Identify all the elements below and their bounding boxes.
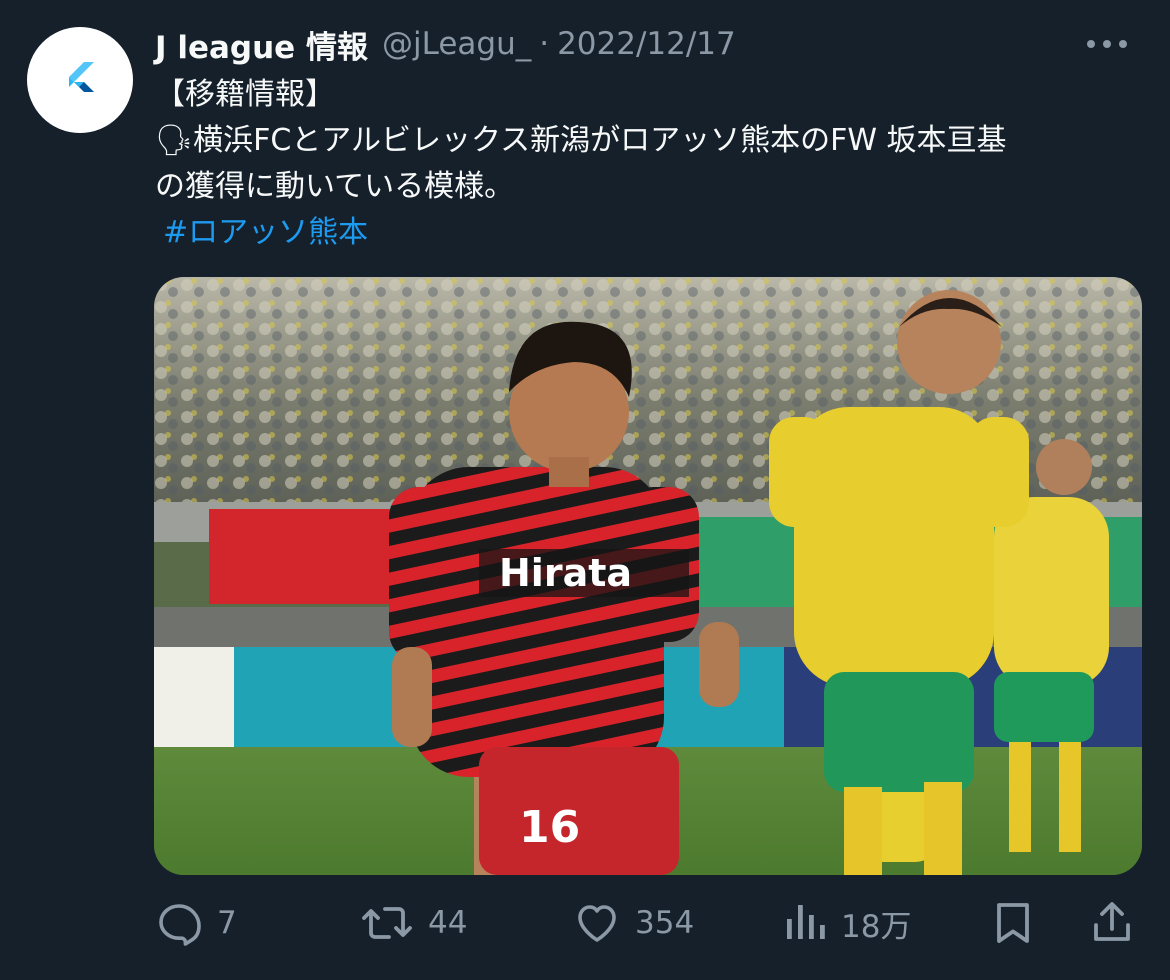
analytics-bars-icon <box>787 905 825 939</box>
tweet-text: 【移籍情報】 🗣横浜FCとアルビレックス新潟がロアッソ熊本のFW 坂本亘基 の獲… <box>155 72 1145 256</box>
retweet-button[interactable]: 44 <box>360 893 467 953</box>
speaking-head-emoji: 🗣 <box>155 123 194 158</box>
hashtag-link[interactable]: #ロアッソ熊本 <box>155 210 1145 256</box>
more-dots-icon <box>1087 40 1127 48</box>
reply-icon <box>159 904 201 946</box>
shirt-number-text: 16 <box>519 802 580 853</box>
tweet-text-line-1: 【移籍情報】 <box>155 77 335 112</box>
retweet-count: 44 <box>428 905 468 941</box>
tweet-text-line-3: の獲得に動いている模様。 <box>155 169 515 204</box>
like-button[interactable]: 354 <box>573 893 694 953</box>
tweet-text-line-2: 🗣横浜FCとアルビレックス新潟がロアッソ熊本のFW 坂本亘基 <box>155 118 1145 164</box>
soccer-player-photo: 16 Hirata <box>154 277 1142 875</box>
views-count: 18万 <box>841 908 912 945</box>
tweet-text-line-2-content: 横浜FCとアルビレックス新潟がロアッソ熊本のFW 坂本亘基 <box>193 123 1007 158</box>
shirt-sponsor-text: Hirata <box>499 551 632 595</box>
flutter-logo-icon <box>69 62 94 92</box>
tweet[interactable]: J league 情報 @jLeagu_ · 2022/12/17 【移籍情報】… <box>0 0 1170 980</box>
retweet-icon <box>362 907 412 939</box>
tweet-date[interactable]: 2022/12/17 <box>557 26 736 62</box>
reply-button[interactable]: 7 <box>155 893 237 953</box>
views-button[interactable]: 18万 <box>783 893 911 953</box>
like-count: 354 <box>635 905 695 941</box>
share-button[interactable] <box>1090 893 1134 953</box>
share-icon <box>1094 902 1130 941</box>
bookmark-icon <box>997 903 1029 943</box>
more-options-button[interactable] <box>1082 26 1132 62</box>
author-handle[interactable]: @jLeagu_ <box>382 26 531 62</box>
bookmark-button[interactable] <box>993 893 1033 953</box>
tweet-header: J league 情報 @jLeagu_ · 2022/12/17 <box>155 22 1140 66</box>
tweet-photo[interactable]: 16 Hirata <box>154 277 1142 875</box>
heart-icon <box>578 905 616 942</box>
author-name[interactable]: J league 情報 <box>155 22 368 67</box>
tweet-actions: 7 44 354 18万 <box>155 893 1140 953</box>
avatar[interactable] <box>27 27 133 133</box>
header-separator: · <box>539 26 550 62</box>
reply-count: 7 <box>217 905 237 941</box>
